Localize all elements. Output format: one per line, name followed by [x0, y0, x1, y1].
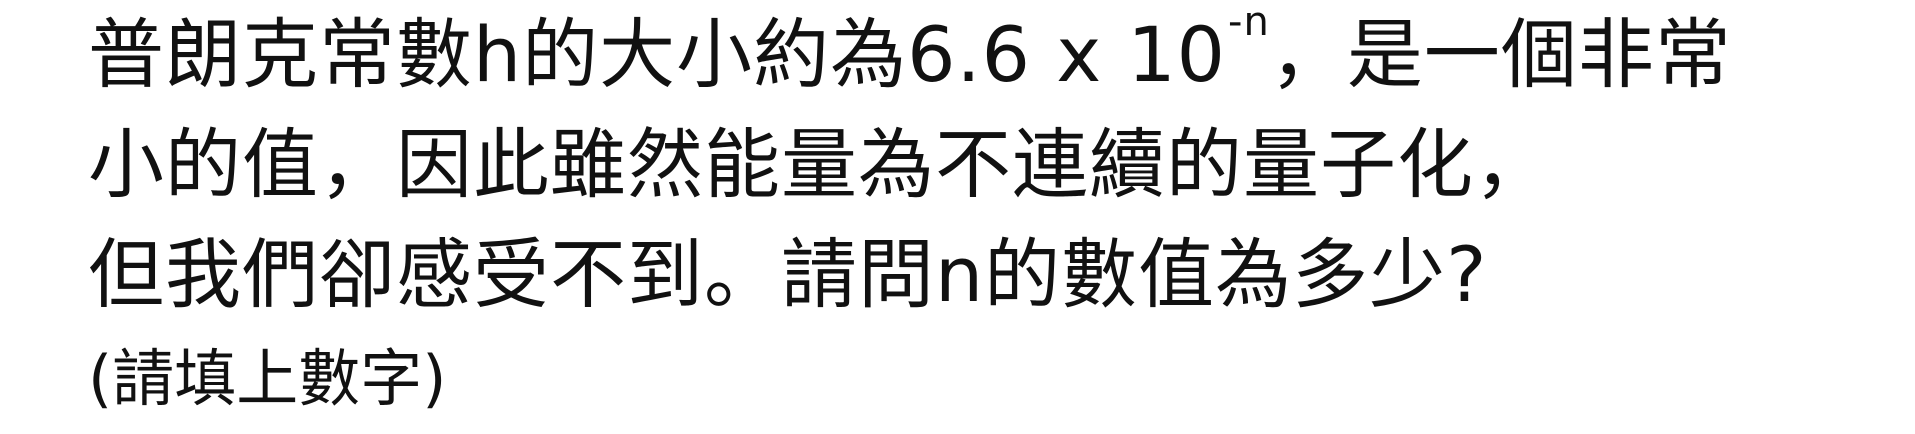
question-line-1: 普朗克常數h的大小約為6.6 x 10-n，是一個非常	[88, 0, 1888, 110]
exponent-superscript: -n	[1228, 0, 1270, 45]
question-text: 普朗克常數h的大小約為6.6 x 10-n，是一個非常 小的值，因此雖然能量為不…	[88, 0, 1888, 424]
question-line-1-tail: ，是一個非常	[1269, 10, 1732, 99]
answer-hint: (請填上數字)	[88, 342, 447, 415]
question-line-2: 小的值，因此雖然能量為不連續的量子化，	[88, 120, 1551, 209]
question-line-1-text: 普朗克常數h的大小約為6.6 x 10	[88, 10, 1227, 99]
question-line-3: 但我們卻感受不到。請問n的數值為多少?	[88, 230, 1488, 319]
